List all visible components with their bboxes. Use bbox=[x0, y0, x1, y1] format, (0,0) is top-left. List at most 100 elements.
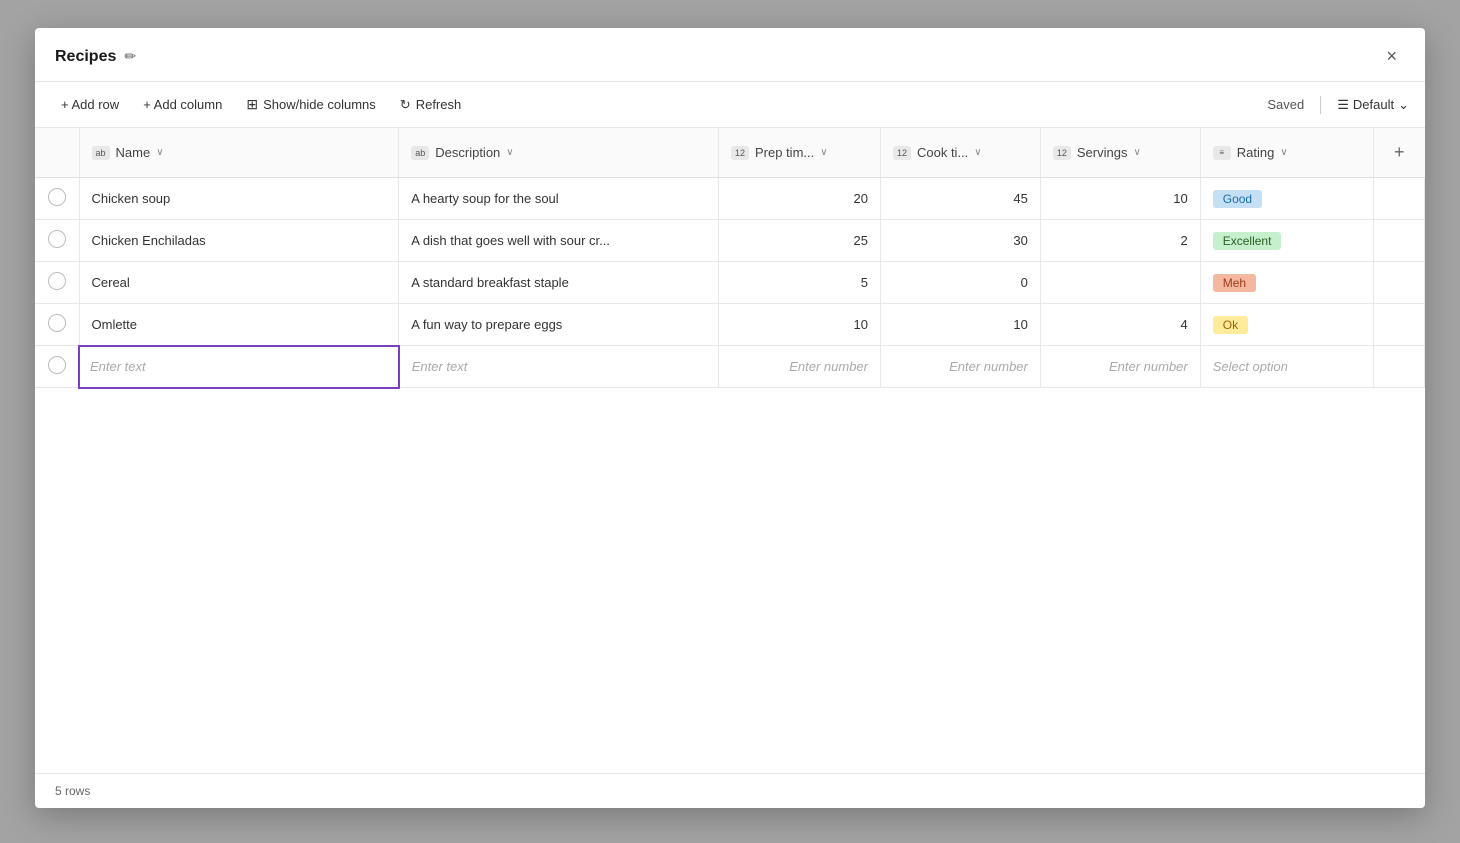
add-column-button[interactable]: + Add column bbox=[133, 91, 232, 118]
add-column-plus-button[interactable]: + bbox=[1386, 138, 1413, 167]
header-description-col[interactable]: ab Description ∨ bbox=[399, 128, 719, 178]
row-count: 5 rows bbox=[55, 784, 90, 798]
row-extra bbox=[1373, 178, 1424, 220]
row-prep-time[interactable]: 25 bbox=[719, 220, 881, 262]
recipes-table: ab Name ∨ ab Description ∨ bbox=[35, 128, 1425, 389]
close-button[interactable]: × bbox=[1378, 42, 1405, 71]
row-name[interactable]: Cereal bbox=[79, 262, 399, 304]
header-rating-col[interactable]: ≡ Rating ∨ bbox=[1200, 128, 1373, 178]
refresh-icon: ↻ bbox=[400, 97, 411, 113]
row-cook-time[interactable]: 0 bbox=[880, 262, 1040, 304]
name-sort-icon: ∨ bbox=[156, 147, 163, 158]
toolbar-right: Saved ☰ Default ⌄ bbox=[1267, 96, 1409, 114]
cook-sort-icon: ∨ bbox=[974, 147, 981, 158]
row-rating[interactable]: Meh bbox=[1200, 262, 1373, 304]
desc-col-label: Description bbox=[435, 145, 500, 160]
rating-col-label: Rating bbox=[1237, 145, 1275, 160]
row-checkbox-cell bbox=[35, 262, 79, 304]
header-name-col[interactable]: ab Name ∨ bbox=[79, 128, 399, 178]
table-row: Chicken Enchiladas A dish that goes well… bbox=[35, 220, 1425, 262]
refresh-label: Refresh bbox=[416, 97, 462, 112]
rating-badge: Excellent bbox=[1213, 232, 1282, 250]
rating-sort-icon: ∨ bbox=[1280, 147, 1287, 158]
new-row-name-input[interactable]: Enter text bbox=[79, 346, 399, 388]
toolbar: + Add row + Add column ⊞ Show/hide colum… bbox=[35, 82, 1425, 128]
new-row-rating-cell[interactable]: Select option bbox=[1200, 346, 1373, 388]
show-hide-label: Show/hide columns bbox=[263, 97, 376, 112]
table-row: Chicken soup A hearty soup for the soul … bbox=[35, 178, 1425, 220]
prep-col-label: Prep tim... bbox=[755, 145, 814, 160]
new-row-desc-placeholder: Enter text bbox=[412, 359, 468, 374]
row-name[interactable]: Chicken Enchiladas bbox=[79, 220, 399, 262]
row-extra bbox=[1373, 304, 1424, 346]
cook-col-icon: 12 bbox=[893, 146, 911, 160]
row-rating[interactable]: Excellent bbox=[1200, 220, 1373, 262]
row-servings[interactable]: 2 bbox=[1040, 220, 1200, 262]
servings-col-label: Servings bbox=[1077, 145, 1128, 160]
row-prep-time[interactable]: 10 bbox=[719, 304, 881, 346]
row-description[interactable]: A hearty soup for the soul bbox=[399, 178, 719, 220]
row-description[interactable]: A standard breakfast staple bbox=[399, 262, 719, 304]
row-checkbox[interactable] bbox=[48, 230, 66, 248]
row-checkbox[interactable] bbox=[48, 188, 66, 206]
table-container: ab Name ∨ ab Description ∨ bbox=[35, 128, 1425, 773]
table-body: Chicken soup A hearty soup for the soul … bbox=[35, 178, 1425, 388]
toolbar-divider bbox=[1320, 96, 1321, 114]
default-label: Default bbox=[1353, 97, 1394, 112]
prep-col-icon: 12 bbox=[731, 146, 749, 160]
new-row-name-placeholder: Enter text bbox=[90, 359, 146, 374]
cook-col-label: Cook ti... bbox=[917, 145, 968, 160]
rating-col-icon: ≡ bbox=[1213, 146, 1231, 160]
table-header-row: ab Name ∨ ab Description ∨ bbox=[35, 128, 1425, 178]
row-servings[interactable]: 10 bbox=[1040, 178, 1200, 220]
refresh-button[interactable]: ↻ Refresh bbox=[390, 91, 471, 119]
table-row: Omlette A fun way to prepare eggs 10 10 … bbox=[35, 304, 1425, 346]
row-description[interactable]: A dish that goes well with sour cr... bbox=[399, 220, 719, 262]
new-row-desc-cell[interactable]: Enter text bbox=[399, 346, 719, 388]
row-extra bbox=[1373, 220, 1424, 262]
header-prep-time-col[interactable]: 12 Prep tim... ∨ bbox=[719, 128, 881, 178]
row-cook-time[interactable]: 30 bbox=[880, 220, 1040, 262]
modal-title-area: Recipes ✏ bbox=[55, 48, 136, 66]
show-hide-columns-button[interactable]: ⊞ Show/hide columns bbox=[236, 90, 385, 119]
row-description[interactable]: A fun way to prepare eggs bbox=[399, 304, 719, 346]
row-prep-time[interactable]: 5 bbox=[719, 262, 881, 304]
row-name[interactable]: Chicken soup bbox=[79, 178, 399, 220]
new-row-servings-cell[interactable]: Enter number bbox=[1040, 346, 1200, 388]
modal-overlay: Recipes ✏ × + Add row + Add column ⊞ Sho… bbox=[0, 0, 1460, 843]
new-row-checkbox[interactable] bbox=[48, 356, 66, 374]
row-checkbox-cell bbox=[35, 304, 79, 346]
new-row-checkbox-cell bbox=[35, 346, 79, 388]
row-servings[interactable]: 4 bbox=[1040, 304, 1200, 346]
name-col-label: Name bbox=[116, 145, 151, 160]
desc-sort-icon: ∨ bbox=[506, 147, 513, 158]
show-hide-icon: ⊞ bbox=[246, 96, 258, 113]
new-row-extra bbox=[1373, 346, 1424, 388]
modal-header: Recipes ✏ × bbox=[35, 28, 1425, 82]
row-name[interactable]: Omlette bbox=[79, 304, 399, 346]
header-cook-time-col[interactable]: 12 Cook ti... ∨ bbox=[880, 128, 1040, 178]
default-view-button[interactable]: ☰ Default ⌄ bbox=[1337, 97, 1409, 113]
row-rating[interactable]: Ok bbox=[1200, 304, 1373, 346]
row-servings[interactable] bbox=[1040, 262, 1200, 304]
new-row-cook-cell[interactable]: Enter number bbox=[880, 346, 1040, 388]
modal-footer: 5 rows bbox=[35, 773, 1425, 808]
edit-icon[interactable]: ✏ bbox=[124, 48, 136, 65]
rating-badge: Ok bbox=[1213, 316, 1248, 334]
header-add-col[interactable]: + bbox=[1373, 128, 1424, 178]
desc-col-icon: ab bbox=[411, 146, 429, 160]
header-servings-col[interactable]: 12 Servings ∨ bbox=[1040, 128, 1200, 178]
row-checkbox-cell bbox=[35, 178, 79, 220]
recipes-modal: Recipes ✏ × + Add row + Add column ⊞ Sho… bbox=[35, 28, 1425, 808]
row-cook-time[interactable]: 45 bbox=[880, 178, 1040, 220]
row-rating[interactable]: Good bbox=[1200, 178, 1373, 220]
row-checkbox[interactable] bbox=[48, 272, 66, 290]
row-cook-time[interactable]: 10 bbox=[880, 304, 1040, 346]
list-icon: ☰ bbox=[1337, 97, 1349, 113]
chevron-down-icon: ⌄ bbox=[1398, 97, 1409, 113]
rating-badge: Meh bbox=[1213, 274, 1256, 292]
add-row-button[interactable]: + Add row bbox=[51, 91, 129, 118]
row-checkbox[interactable] bbox=[48, 314, 66, 332]
new-row-prep-cell[interactable]: Enter number bbox=[719, 346, 881, 388]
row-prep-time[interactable]: 20 bbox=[719, 178, 881, 220]
